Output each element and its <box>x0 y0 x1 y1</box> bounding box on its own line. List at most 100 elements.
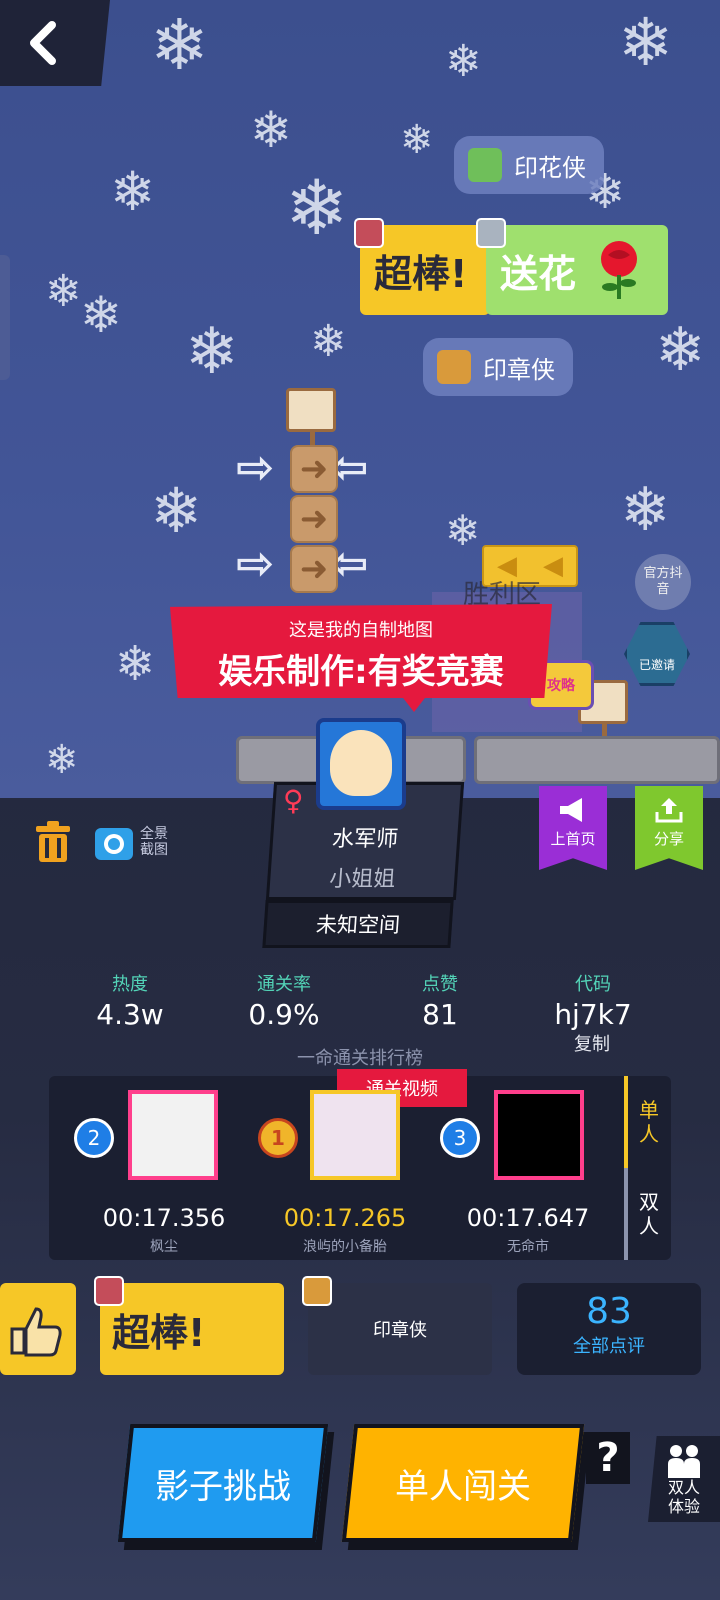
rank-time: 00:17.356 <box>102 1204 226 1232</box>
share-label: 分享 <box>653 830 684 848</box>
rank-time: 00:17.647 <box>466 1204 590 1232</box>
reaction-bubble-label: 印花侠 <box>514 153 586 182</box>
thumbs-up-card[interactable] <box>0 1283 76 1375</box>
rank-time: 00:17.265 <box>283 1204 407 1232</box>
ranking-title: 一命通关排行榜 <box>297 1048 423 1069</box>
snowflake-icon: ❄ <box>310 316 347 367</box>
homepage-label: 上首页 <box>550 830 596 848</box>
rank-player-name: 浪屿的小备胎 <box>303 1239 387 1255</box>
ranked-player-avatar[interactable] <box>128 1090 218 1180</box>
invited-badge-label: 已邀请 <box>638 658 675 672</box>
user-avatar <box>437 350 471 384</box>
homepage-button[interactable]: 上首页 <box>539 786 607 870</box>
female-icon: ♀ <box>283 784 304 817</box>
duo-experience-label: 双人体验 <box>667 1478 700 1516</box>
trash-icon <box>36 821 70 862</box>
reaction-bubble-label: 印章侠 <box>483 355 555 384</box>
arrow-right-icon: ⇨ <box>236 440 275 494</box>
reaction-bubble[interactable]: 印花侠 <box>454 136 604 194</box>
chaobang-card[interactable]: 超棒! <box>100 1283 284 1375</box>
stat-clear-rate: 通关率 0.9% <box>236 970 332 1031</box>
stat-heat: 热度 4.3w <box>82 970 178 1031</box>
mode-tabs: 单人 双人 <box>625 1076 671 1260</box>
rank-player-name: 无命市 <box>507 1239 549 1255</box>
tab-single[interactable]: 单人 <box>635 1076 663 1168</box>
panorama-label: 全景截图 <box>140 826 168 858</box>
snowflake-icon: ❄ <box>110 160 156 223</box>
stat-value: 0.9% <box>248 998 320 1031</box>
stat-value: 81 <box>422 998 458 1031</box>
conveyor-block: ➜ <box>290 545 338 593</box>
single-play-label: 单人闯关 <box>395 1466 531 1507</box>
creator-space-button[interactable]: 未知空间 <box>262 900 454 948</box>
back-button[interactable] <box>0 0 110 86</box>
conveyor-block: ➜ <box>290 445 338 493</box>
thumbs-up-icon <box>10 1307 62 1357</box>
panorama-screenshot-button[interactable] <box>95 824 135 862</box>
snowflake-icon: ❄ <box>80 286 122 344</box>
user-avatar <box>354 218 384 248</box>
promo-subtitle: 这是我的自制地图 <box>289 620 433 641</box>
snowflake-icon: ❄ <box>445 506 481 555</box>
all-reviews-label: 全部点评 <box>573 1336 645 1357</box>
snowflake-icon: ❄ <box>400 117 434 163</box>
promo-title: 娱乐制作:有奖竞赛 <box>218 652 504 692</box>
all-reviews-button[interactable]: 83 全部点评 <box>517 1283 701 1375</box>
rank-number-badge: 3 <box>440 1118 480 1158</box>
side-drawer-handle[interactable] <box>0 255 10 380</box>
stat-likes[interactable]: 点赞 81 <box>400 970 480 1031</box>
stat-value: 4.3w <box>96 998 164 1031</box>
strategy-label: 攻略 <box>547 678 575 694</box>
creator-avatar[interactable] <box>316 718 406 810</box>
shadow-challenge-label: 影子挑战 <box>155 1466 291 1507</box>
wooden-sign <box>286 388 336 447</box>
rose-icon <box>601 241 638 299</box>
reaction-bubble[interactable]: 印章侠 <box>423 338 573 396</box>
delete-button[interactable] <box>34 820 72 864</box>
shadow-challenge-button[interactable]: 影子挑战 <box>117 1424 329 1542</box>
ranked-player-avatar[interactable] <box>310 1090 400 1180</box>
avatar-face <box>330 730 392 796</box>
promo-banner[interactable]: 这是我的自制地图 娱乐制作:有奖竞赛 <box>170 604 552 698</box>
snowflake-icon: ❄ <box>115 636 156 692</box>
stamp-user-label: 印章侠 <box>373 1320 427 1341</box>
user-avatar <box>302 1276 332 1306</box>
snowflake-icon: ❄ <box>655 315 706 385</box>
snowflake-icon: ❄ <box>150 474 202 547</box>
share-icon <box>655 798 683 823</box>
send-flower-sticker: 送花 <box>486 225 668 315</box>
user-avatar <box>94 1276 124 1306</box>
user-avatar <box>468 148 502 182</box>
creator-title: 小姐姐 <box>328 867 397 892</box>
ranked-player-avatar[interactable] <box>494 1090 584 1180</box>
arrow-right-icon: ⇨ <box>236 536 275 590</box>
conveyor-tower: ➜ ➜ ➜ <box>290 445 338 593</box>
snowflake-icon: ❄ <box>445 36 482 87</box>
stat-label: 代码 <box>575 974 611 995</box>
review-count: 83 <box>586 1291 632 1332</box>
help-button[interactable]: ? <box>586 1432 630 1484</box>
conveyor-block: ➜ <box>290 495 338 543</box>
snowflake-icon: ❄ <box>620 475 671 545</box>
stamp-card[interactable]: 印章侠 <box>308 1283 492 1375</box>
official-douyin-label: 官方抖音 <box>643 566 683 597</box>
official-douyin-button[interactable]: 官方抖音 <box>635 554 691 610</box>
snowflake-icon: ❄ <box>618 4 674 81</box>
share-button[interactable]: 分享 <box>635 786 703 870</box>
two-people-icon <box>668 1445 700 1478</box>
chevron-left-icon <box>30 21 56 65</box>
snowflake-icon: ❄ <box>285 163 349 252</box>
camera-icon <box>95 828 133 860</box>
snowflake-icon: ❄ <box>250 101 292 159</box>
stat-label: 热度 <box>112 974 148 995</box>
snowflake-icon: ❄ <box>185 315 239 389</box>
single-play-button[interactable]: 单人闯关 <box>341 1424 585 1542</box>
duo-experience-button[interactable]: 双人体验 <box>648 1436 720 1522</box>
stone-ledge <box>474 736 720 784</box>
chaobang-label: 超棒! <box>374 251 468 296</box>
stat-label: 通关率 <box>257 974 311 995</box>
stat-code: 代码 hj7k7 <box>538 970 648 1031</box>
snowflake-icon: ❄ <box>45 266 82 317</box>
tab-duo[interactable]: 双人 <box>635 1168 663 1260</box>
chaobang-card-label: 超棒! <box>112 1310 206 1355</box>
